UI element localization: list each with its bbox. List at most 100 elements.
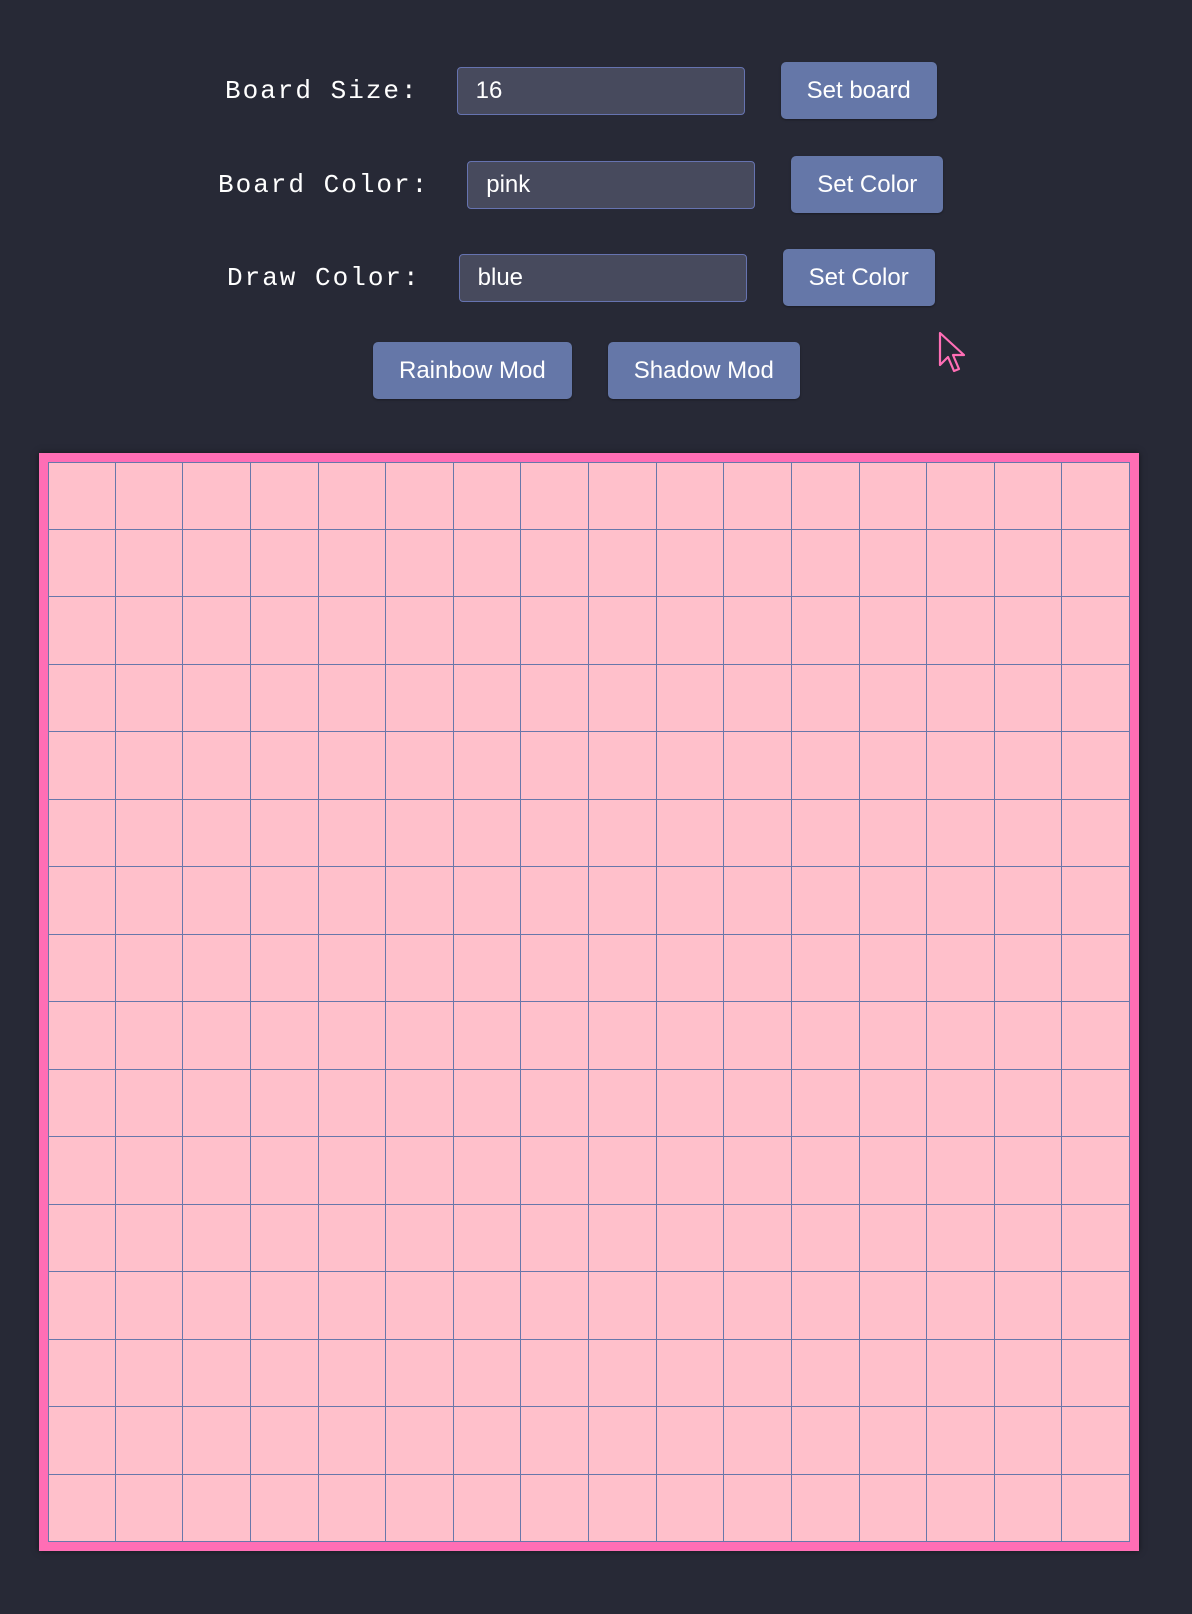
board-cell[interactable] [386, 934, 454, 1002]
board-cell[interactable] [318, 597, 387, 665]
board-cell[interactable] [994, 1474, 1063, 1542]
board-cell[interactable] [656, 1407, 725, 1475]
rainbow-mod-button[interactable]: Rainbow Mod [373, 342, 572, 399]
board-cell[interactable] [521, 799, 589, 867]
board-cell[interactable] [724, 462, 792, 530]
board-cell[interactable] [318, 664, 387, 732]
board-cell[interactable] [994, 664, 1063, 732]
board-cell[interactable] [318, 1069, 387, 1137]
board-cell[interactable] [453, 1474, 522, 1542]
board-cell[interactable] [656, 1474, 725, 1542]
board-cell[interactable] [994, 1339, 1063, 1407]
board-cell[interactable] [994, 462, 1063, 530]
board-cell[interactable] [183, 1137, 251, 1205]
board-cell[interactable] [994, 934, 1063, 1002]
board-cell[interactable] [656, 1339, 725, 1407]
board-cell[interactable] [386, 1339, 454, 1407]
board-cell[interactable] [656, 732, 725, 800]
board-cell[interactable] [48, 732, 116, 800]
board-cell[interactable] [994, 1204, 1063, 1272]
board-cell[interactable] [589, 597, 657, 665]
board-cell[interactable] [724, 597, 792, 665]
board-cell[interactable] [48, 1069, 116, 1137]
board-cell[interactable] [453, 1272, 522, 1340]
board-cell[interactable] [521, 597, 589, 665]
board-cell[interactable] [859, 867, 928, 935]
board-cell[interactable] [589, 462, 657, 530]
board-cell[interactable] [791, 799, 860, 867]
board-cell[interactable] [927, 1069, 995, 1137]
board-cell[interactable] [318, 1204, 387, 1272]
board-cell[interactable] [48, 1339, 116, 1407]
board-cell[interactable] [791, 597, 860, 665]
board-cell[interactable] [115, 1204, 184, 1272]
shadow-mod-button[interactable]: Shadow Mod [607, 342, 800, 399]
board-cell[interactable] [927, 1272, 995, 1340]
board-cell[interactable] [859, 1407, 928, 1475]
board-cell[interactable] [48, 1002, 116, 1070]
board-cell[interactable] [386, 664, 454, 732]
board-cell[interactable] [48, 462, 116, 530]
board-cell[interactable] [48, 1137, 116, 1205]
board-cell[interactable] [589, 1339, 657, 1407]
board-cell[interactable] [656, 597, 725, 665]
board-cell[interactable] [859, 1474, 928, 1542]
board-cell[interactable] [521, 529, 589, 597]
board-cell[interactable] [1062, 1002, 1130, 1070]
board-cell[interactable] [318, 867, 387, 935]
board-cell[interactable] [453, 1339, 522, 1407]
board-cell[interactable] [1062, 867, 1130, 935]
board-cell[interactable] [48, 1272, 116, 1340]
board-cell[interactable] [994, 799, 1063, 867]
board-cell[interactable] [386, 1002, 454, 1070]
board-cell[interactable] [589, 664, 657, 732]
board-cell[interactable] [183, 799, 251, 867]
set-board-button[interactable]: Set board [780, 62, 937, 119]
board-cell[interactable] [724, 1204, 792, 1272]
board-cell[interactable] [386, 1474, 454, 1542]
board-cell[interactable] [115, 799, 184, 867]
board-cell[interactable] [250, 529, 319, 597]
board-cell[interactable] [994, 732, 1063, 800]
board-cell[interactable] [453, 1137, 522, 1205]
board-cell[interactable] [724, 1137, 792, 1205]
board-cell[interactable] [656, 1002, 725, 1070]
board-cell[interactable] [1062, 799, 1130, 867]
board-cell[interactable] [250, 1204, 319, 1272]
board-cell[interactable] [115, 1069, 184, 1137]
board-cell[interactable] [386, 1272, 454, 1340]
board-cell[interactable] [521, 664, 589, 732]
board-cell[interactable] [724, 1272, 792, 1340]
board-cell[interactable] [927, 732, 995, 800]
board-cell[interactable] [1062, 462, 1130, 530]
board-cell[interactable] [994, 1272, 1063, 1340]
board-cell[interactable] [1062, 1407, 1130, 1475]
board-cell[interactable] [1062, 529, 1130, 597]
board-cell[interactable] [1062, 934, 1130, 1002]
drawing-board[interactable] [39, 453, 1139, 1551]
board-cell[interactable] [927, 462, 995, 530]
board-cell[interactable] [115, 597, 184, 665]
board-cell[interactable] [656, 799, 725, 867]
board-cell[interactable] [589, 732, 657, 800]
board-cell[interactable] [250, 732, 319, 800]
board-cell[interactable] [521, 1069, 589, 1137]
board-cell[interactable] [927, 799, 995, 867]
board-cell[interactable] [589, 1474, 657, 1542]
board-cell[interactable] [859, 1137, 928, 1205]
board-size-input[interactable] [456, 66, 745, 115]
board-cell[interactable] [791, 867, 860, 935]
board-cell[interactable] [386, 867, 454, 935]
board-cell[interactable] [386, 1204, 454, 1272]
board-cell[interactable] [115, 529, 184, 597]
board-cell[interactable] [453, 462, 522, 530]
board-cell[interactable] [250, 1272, 319, 1340]
board-cell[interactable] [453, 1069, 522, 1137]
board-color-input[interactable] [467, 160, 756, 209]
board-cell[interactable] [791, 934, 860, 1002]
board-cell[interactable] [656, 462, 725, 530]
board-cell[interactable] [318, 1002, 387, 1070]
board-cell[interactable] [859, 462, 928, 530]
board-cell[interactable] [453, 664, 522, 732]
board-cell[interactable] [724, 1069, 792, 1137]
